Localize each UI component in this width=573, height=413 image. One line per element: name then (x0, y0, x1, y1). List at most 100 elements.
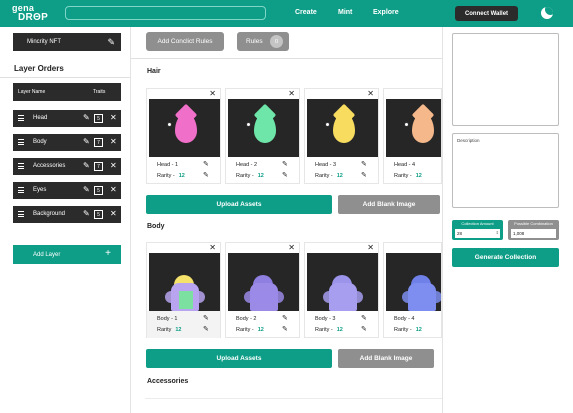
top-navbar: gena DRΘP Create Mint Explore Connect Wa… (0, 0, 573, 27)
drag-handle-icon[interactable] (18, 139, 24, 145)
edit-pencil-icon[interactable]: ✎ (83, 185, 90, 194)
rarity-label: Rarity - (236, 327, 254, 333)
delete-close-icon[interactable]: ✕ (110, 209, 117, 218)
upload-assets-button[interactable]: Upload Assets (146, 349, 332, 368)
remove-close-icon[interactable]: ✕ (367, 89, 374, 98)
edit-rarity-pencil-icon[interactable]: ✎ (361, 171, 367, 179)
trait-card[interactable]: Head - 4 Rarity -12 (383, 88, 442, 184)
layer-row-accessories[interactable]: Accessories ✎ 7 ✕ (13, 158, 121, 175)
add-blank-image-button[interactable]: Add Blank Image (338, 195, 440, 214)
traits-header: Traits (93, 89, 106, 95)
trait-image (149, 99, 220, 157)
layer-row-head[interactable]: Head ✎ 5 ✕ (13, 110, 121, 127)
trait-image (307, 253, 378, 311)
edit-pencil-icon[interactable]: ✎ (83, 161, 90, 170)
trait-image (386, 99, 441, 157)
edit-rarity-pencil-icon[interactable]: ✎ (203, 325, 209, 333)
add-blank-image-button[interactable]: Add Blank Image (338, 349, 434, 368)
hoodie-image (402, 283, 441, 311)
add-conflict-rules-button[interactable]: Add Conclict Rules (146, 32, 224, 51)
stepper-arrows-icon[interactable]: ⇕ (496, 230, 499, 235)
trait-card[interactable]: ✕ Body - 3 Rarity -12 ✎ ✎ (304, 242, 379, 338)
layer-row-eyes[interactable]: Eyes ✎ 5 ✕ (13, 182, 121, 199)
layer-name: Background (33, 211, 66, 217)
delete-close-icon[interactable]: ✕ (110, 137, 117, 146)
trait-card[interactable]: ✕ Head - 3 Rarity -12 ✎ ✎ (304, 88, 379, 184)
edit-rarity-pencil-icon[interactable]: ✎ (361, 325, 367, 333)
upload-assets-button[interactable]: Upload Assets (146, 195, 332, 214)
add-layer-button[interactable]: Add Layer + (13, 245, 121, 264)
hair-drop-image (175, 113, 197, 143)
edit-pencil-icon[interactable]: ✎ (83, 209, 90, 218)
trait-name: Body - 2 (236, 316, 257, 322)
edit-pencil-icon[interactable]: ✎ (83, 113, 90, 122)
trait-card[interactable]: ✕ Head - 2 Rarity -12 ✎ ✎ (225, 88, 300, 184)
generate-collection-button[interactable]: Generate Collection (452, 248, 559, 267)
remove-close-icon[interactable]: ✕ (288, 89, 295, 98)
layer-name: Accessories (33, 163, 66, 169)
edit-name-pencil-icon[interactable]: ✎ (361, 314, 367, 322)
eye-detail (325, 122, 330, 127)
genadrop-logo[interactable]: gena DRΘP (12, 3, 48, 25)
nav-mint[interactable]: Mint (338, 9, 352, 16)
rules-label: Rules (246, 38, 263, 45)
edit-rarity-pencil-icon[interactable]: ✎ (282, 325, 288, 333)
trait-image (149, 253, 220, 311)
edit-pencil-icon[interactable]: ✎ (107, 37, 115, 48)
layer-name: Head (33, 115, 48, 121)
edit-name-pencil-icon[interactable]: ✎ (282, 314, 288, 322)
collection-amount-field[interactable]: Collection Amount 28 ⇕ (452, 220, 503, 240)
edit-name-pencil-icon[interactable]: ✎ (203, 160, 209, 168)
rules-button[interactable]: Rules 0 (237, 32, 289, 51)
card-footer: Head - 3 Rarity -12 ✎ ✎ (305, 157, 378, 184)
possible-combination-value: 1,008 (511, 229, 556, 238)
remove-close-icon[interactable]: ✕ (288, 243, 295, 252)
logo-text-bottom: DRΘP (18, 12, 49, 23)
delete-close-icon[interactable]: ✕ (110, 113, 117, 122)
rarity-value: 12 (175, 327, 182, 333)
trait-rarity: Rarity -12 (315, 327, 343, 333)
drag-handle-icon[interactable] (18, 187, 24, 193)
layer-name-header: Layer Name (18, 89, 46, 95)
layer-row-background[interactable]: Background ✎ 5 ✕ (13, 206, 121, 223)
rules-count-badge: 0 (270, 35, 283, 48)
accessories-cards-strip (145, 398, 442, 413)
drag-handle-icon[interactable] (18, 115, 24, 121)
trait-image (307, 99, 378, 157)
theme-toggle-moon-icon[interactable] (541, 7, 553, 19)
collection-amount-input[interactable]: 28 (455, 229, 500, 238)
card-footer: Head - 2 Rarity -12 ✎ ✎ (226, 157, 299, 184)
hair-drop-image (254, 113, 276, 143)
drag-handle-icon[interactable] (18, 211, 24, 217)
description-textarea[interactable]: Description (452, 133, 559, 208)
connect-wallet-button[interactable]: Connect Wallet (455, 6, 518, 21)
layer-name: Body (33, 139, 47, 145)
layer-row-body[interactable]: Body ✎ 7 ✕ (13, 134, 121, 151)
trait-card[interactable]: Body - 4 Rarity -12 (383, 242, 442, 338)
collection-preview-box[interactable] (452, 33, 559, 126)
remove-close-icon[interactable]: ✕ (367, 243, 374, 252)
edit-name-pencil-icon[interactable]: ✎ (282, 160, 288, 168)
eye-detail (404, 122, 409, 127)
trait-card[interactable]: ✕ Head - 1 Rarity -12 ✎ ✎ (146, 88, 221, 184)
trait-name: Head - 2 (236, 162, 258, 168)
edit-name-pencil-icon[interactable]: ✎ (361, 160, 367, 168)
edit-pencil-icon[interactable]: ✎ (83, 137, 90, 146)
edit-rarity-pencil-icon[interactable]: ✎ (282, 171, 288, 179)
remove-close-icon[interactable]: ✕ (209, 89, 216, 98)
nav-explore[interactable]: Explore (373, 9, 399, 16)
remove-close-icon[interactable]: ✕ (209, 243, 216, 252)
rarity-label: Rarity - (157, 173, 175, 179)
delete-close-icon[interactable]: ✕ (110, 161, 117, 170)
search-input[interactable] (65, 6, 266, 20)
collection-name-field[interactable]: Mincrity NFT ✎ (13, 33, 121, 51)
edit-rarity-pencil-icon[interactable]: ✎ (203, 171, 209, 179)
trait-card[interactable]: ✕ Body - 2 Rarity -12 ✎ ✎ (225, 242, 300, 338)
nav-create[interactable]: Create (295, 9, 317, 16)
trait-card[interactable]: ✕ Body - 1 Rarity 12 ✎ ✎ (146, 242, 221, 338)
edit-name-pencil-icon[interactable]: ✎ (203, 314, 209, 322)
delete-close-icon[interactable]: ✕ (110, 185, 117, 194)
trait-count: 5 (94, 114, 103, 123)
rarity-value: 12 (178, 173, 185, 179)
drag-handle-icon[interactable] (18, 163, 24, 169)
